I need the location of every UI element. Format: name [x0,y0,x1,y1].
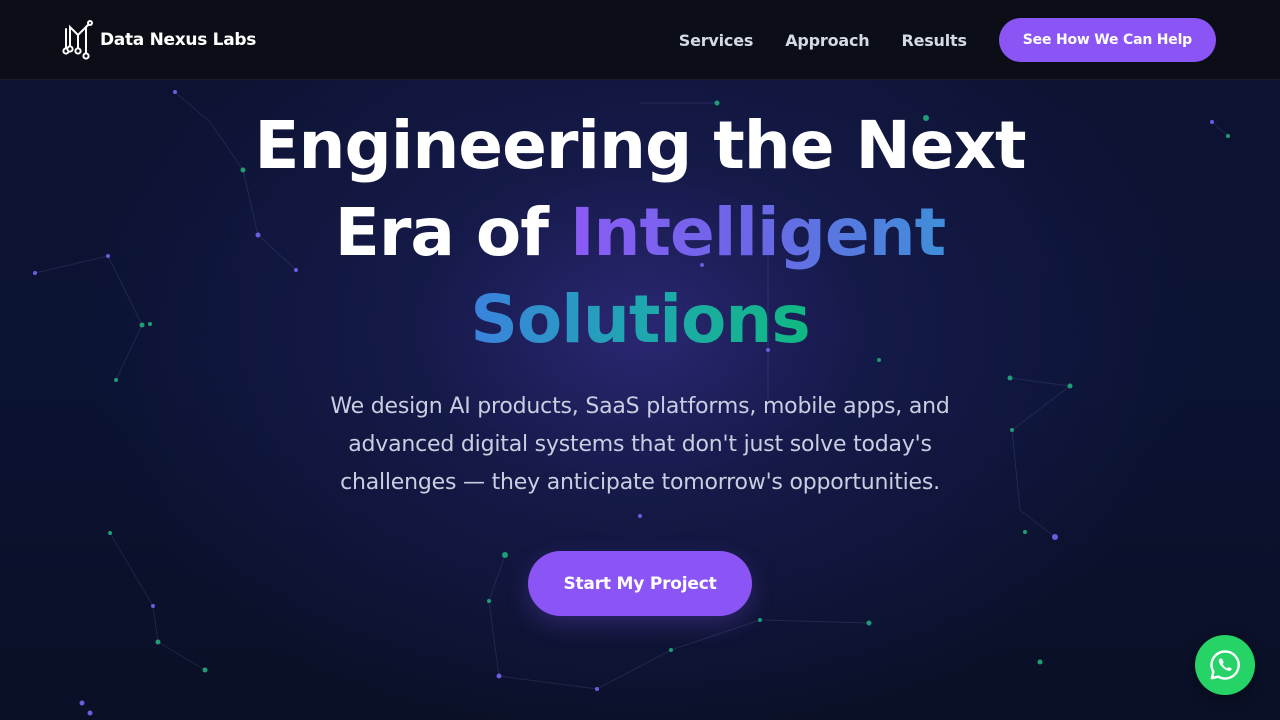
hero-subtitle-line-1: We design AI products, SaaS platforms, m… [330,394,950,419]
top-navigation-bar: Data Nexus Labs Services Approach Result… [0,0,1280,80]
whatsapp-chat-button[interactable] [1195,635,1255,695]
main-nav: Services Approach Results See How We Can… [679,18,1216,62]
see-how-we-can-help-button[interactable]: See How We Can Help [998,18,1216,62]
hero-title-line-2: Era of Intelligent [140,189,1140,276]
brand-name: Data Nexus Labs [100,30,257,50]
nav-link-results[interactable]: Results [901,31,967,50]
nav-link-services[interactable]: Services [679,31,754,50]
hero-title-highlight-intelligent: Intelligent [569,194,946,271]
start-my-project-button[interactable]: Start My Project [528,551,752,616]
hero-title-highlight-solutions: Solutions [470,281,810,358]
whatsapp-icon [1210,650,1240,680]
hero-title: Engineering the Next Era of Intelligent … [140,102,1140,363]
brand[interactable]: Data Nexus Labs [62,18,256,62]
hero-title-line-1: Engineering the Next [254,107,1026,184]
hero-title-line-3: Solutions [140,276,1140,363]
hero-subtitle-line-3: challenges — they anticipate tomorrow's … [340,470,940,495]
nav-link-approach[interactable]: Approach [785,31,869,50]
page: Data Nexus Labs Services Approach Result… [0,0,1280,720]
hero-subtitle: We design AI products, SaaS platforms, m… [290,388,990,502]
hero-subtitle-line-2: advanced digital systems that don't just… [348,432,932,457]
hero-title-plain: Era of [334,194,570,271]
circuit-logo-icon [62,20,93,60]
